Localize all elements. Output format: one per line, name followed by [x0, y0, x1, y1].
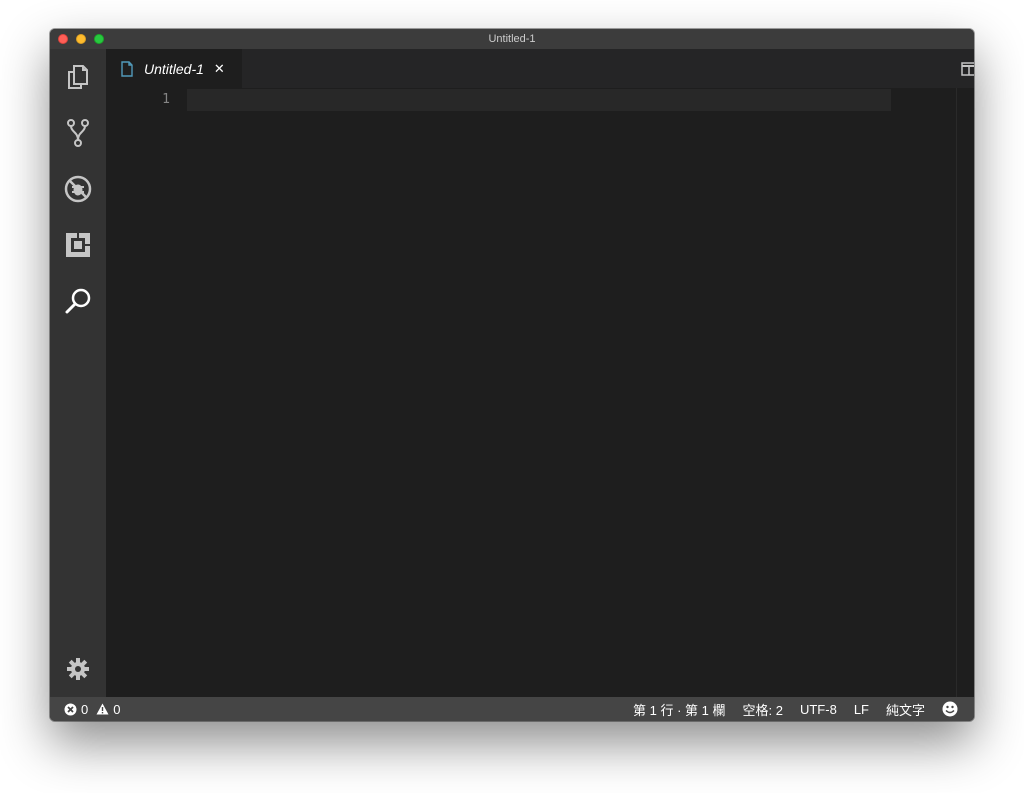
warning-count: 0 [113, 701, 121, 717]
title-bar[interactable]: Untitled-1 [50, 29, 974, 49]
vertical-scrollbar[interactable] [956, 88, 970, 697]
cursor-position[interactable]: 第 1 行 · 第 1 欄 [633, 700, 725, 719]
line-ending-selector[interactable]: LF [854, 702, 869, 717]
editor-text-area[interactable] [187, 88, 956, 697]
editor-area: Untitled-1 ✕ 1 [106, 49, 974, 697]
extensions-icon[interactable] [62, 229, 94, 261]
search-icon[interactable] [62, 285, 94, 317]
line-number: 1 [162, 92, 170, 107]
problems-indicator[interactable]: 0 0 [64, 697, 128, 721]
warning-icon [96, 703, 109, 715]
smiley-feedback-icon[interactable] [942, 701, 958, 717]
status-right-group: 第 1 行 · 第 1 欄 空格: 2 UTF-8 LF 純文字 [633, 697, 958, 721]
status-bar: 0 0 第 1 行 · 第 1 欄 空格: 2 UTF-8 LF 純文字 [50, 697, 974, 721]
tab-label: Untitled-1 [144, 60, 204, 77]
encoding-selector[interactable]: UTF-8 [800, 702, 837, 717]
error-icon [64, 703, 77, 715]
files-icon[interactable] [62, 61, 94, 93]
tabs-bar: Untitled-1 ✕ [106, 49, 974, 88]
close-tab-icon[interactable]: ✕ [214, 61, 225, 77]
split-editor-icon[interactable] [959, 59, 974, 79]
source-control-icon[interactable] [62, 117, 94, 149]
language-mode-selector[interactable]: 純文字 [886, 700, 925, 719]
activity-bar [50, 49, 106, 697]
gear-icon[interactable] [62, 653, 94, 685]
file-icon [121, 60, 133, 77]
window-title: Untitled-1 [488, 33, 536, 45]
editor-window: Untitled-1 Untitled-1 ✕ 1 0 0 第 1 行 · 第 … [50, 29, 974, 721]
indentation-setting[interactable]: 空格: 2 [743, 700, 783, 719]
debug-icon[interactable] [62, 173, 94, 205]
tab-untitled-1[interactable]: Untitled-1 ✕ [106, 49, 242, 88]
error-count: 0 [81, 701, 89, 717]
